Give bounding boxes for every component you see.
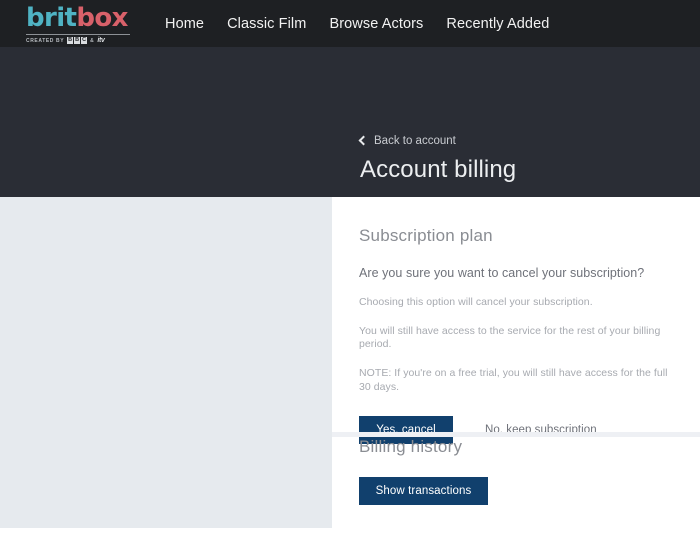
page-hero-banner: Back to account Account billing [0, 47, 700, 197]
cancel-confirm-question: Are you sure you want to cancel your sub… [359, 266, 645, 280]
bbc-letter-b2: B [74, 37, 81, 44]
top-navigation-bar: britbox CREATED BY B B C & itv Home Clas… [0, 0, 700, 47]
itv-logo-icon: itv [97, 37, 105, 44]
primary-nav-links: Home Classic Film Browse Actors Recently… [165, 16, 549, 32]
left-decorative-panel [0, 197, 332, 528]
show-transactions-button[interactable]: Show transactions [359, 477, 488, 505]
subscription-plan-heading: Subscription plan [359, 226, 493, 245]
page-body: Subscription plan Are you sure you want … [0, 197, 700, 533]
cancel-note-3: NOTE: If you're on a free trial, you wil… [359, 367, 668, 393]
cancel-note-1: Choosing this option will cancel your su… [359, 296, 593, 308]
billing-history-action-row: Show transactions [359, 477, 680, 505]
logo-tagline: CREATED BY B B C & itv [26, 34, 130, 44]
nav-item-classic-film[interactable]: Classic Film [227, 16, 306, 32]
nav-item-recently-added[interactable]: Recently Added [446, 16, 549, 32]
logo-text-box: box [76, 3, 128, 33]
page-title: Account billing [360, 156, 517, 183]
cancel-note-2: You will still have access to the servic… [359, 325, 661, 351]
hero-content: Back to account Account billing [358, 47, 700, 184]
chevron-left-icon [358, 135, 369, 146]
logo-text-brit: brit [26, 3, 77, 33]
bbc-letter-b1: B [67, 37, 74, 44]
bbc-letter-c: C [81, 37, 88, 44]
back-to-account-link[interactable]: Back to account [358, 135, 456, 147]
bbc-logo-icon: B B C [67, 37, 88, 44]
page-root: britbox CREATED BY B B C & itv Home Clas… [0, 0, 700, 533]
nav-item-browse-actors[interactable]: Browse Actors [329, 16, 423, 32]
logo-created-by-text: CREATED BY [26, 37, 65, 44]
nav-item-home[interactable]: Home [165, 16, 204, 32]
billing-history-section: Billing history Show transactions [332, 437, 700, 505]
billing-history-heading: Billing history [359, 437, 463, 456]
britbox-logo[interactable]: britbox CREATED BY B B C & itv [26, 5, 130, 44]
subscription-plan-section: Subscription plan Are you sure you want … [332, 197, 700, 444]
account-content-card: Subscription plan Are you sure you want … [332, 197, 700, 533]
logo-wordmark: britbox [26, 5, 128, 31]
back-to-account-label: Back to account [374, 135, 456, 147]
logo-ampersand: & [90, 37, 95, 44]
